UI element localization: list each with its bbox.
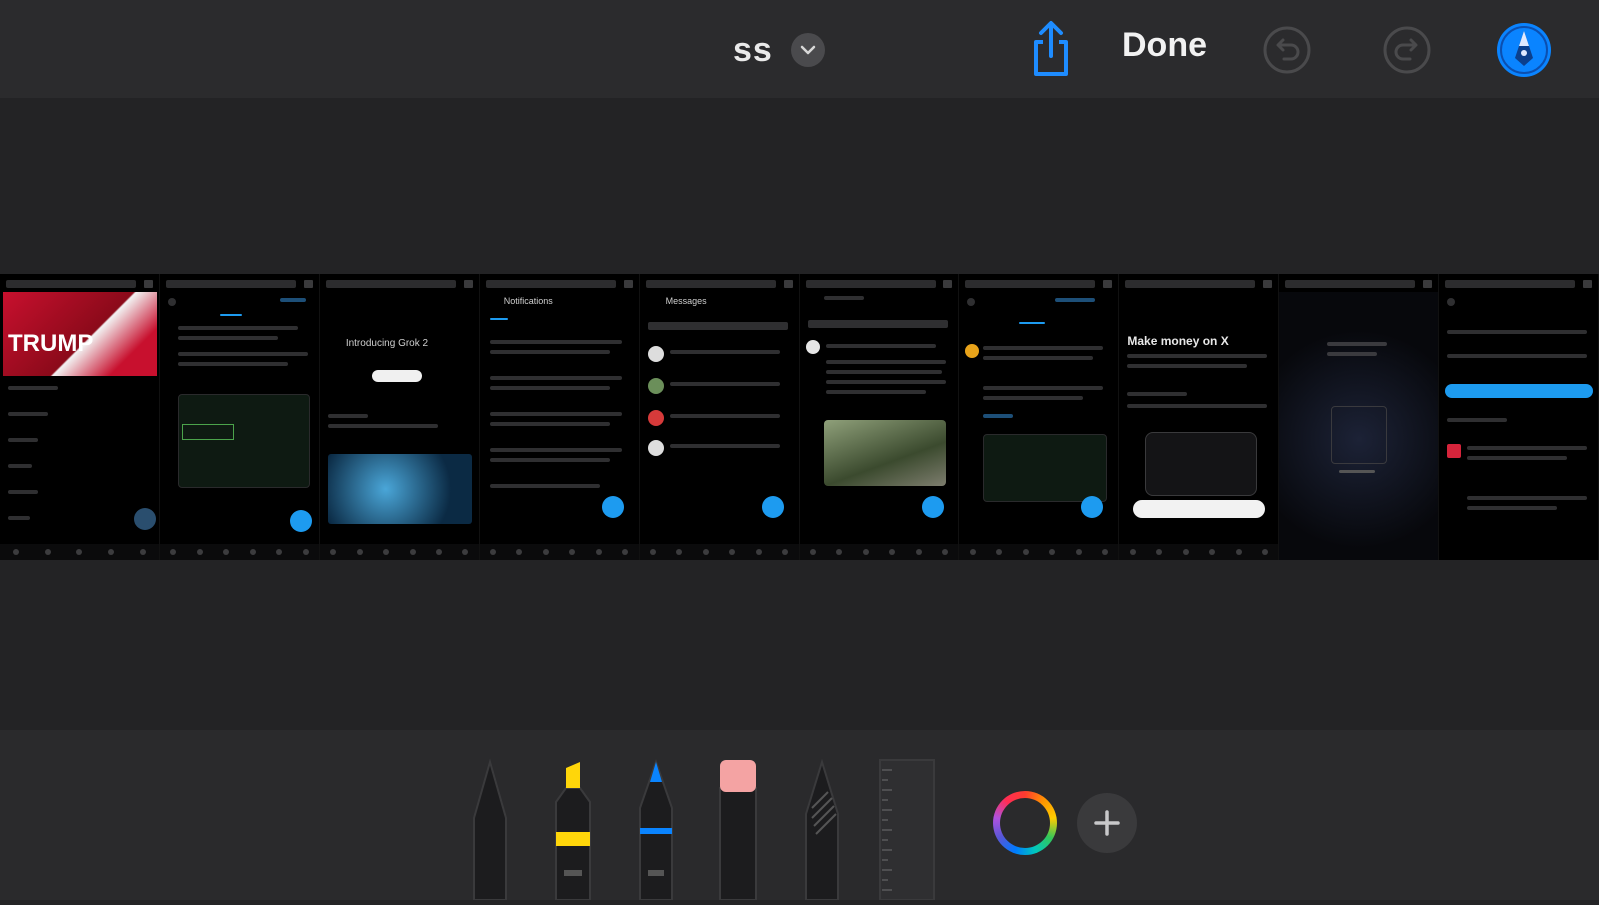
- messages-heading: Messages: [665, 296, 707, 306]
- undo-icon: [1263, 26, 1311, 74]
- screenshot-thumbnail: [1279, 274, 1440, 560]
- lasso-tool[interactable]: [800, 758, 844, 901]
- document-title: ss: [733, 30, 773, 69]
- plus-icon: [1094, 810, 1120, 836]
- add-button[interactable]: [1077, 793, 1137, 853]
- address-bar: [6, 280, 136, 288]
- marker-icon: [639, 758, 673, 901]
- compose-button: [134, 508, 156, 530]
- title-menu-button[interactable]: [790, 33, 825, 67]
- highlighter-icon: [555, 762, 591, 901]
- eraser-icon: [719, 760, 757, 901]
- chart-card: [983, 434, 1108, 502]
- pen-tool[interactable]: [470, 758, 510, 901]
- lasso-icon: [805, 758, 839, 901]
- redo-button[interactable]: [1382, 25, 1432, 75]
- screenshot-thumbnail: [799, 274, 960, 560]
- title-area[interactable]: ss: [733, 28, 825, 72]
- bottom-nav: [0, 544, 159, 560]
- highlighter-tool[interactable]: [550, 758, 596, 901]
- promo-button: [371, 370, 422, 382]
- media-image: [327, 454, 472, 524]
- primary-button: [1445, 384, 1594, 398]
- chevron-down-icon: [800, 45, 816, 55]
- screenshot-thumbnail: Introducing Grok 2: [319, 274, 480, 560]
- screenshot-thumbnail: [1439, 274, 1599, 560]
- screenshot-strip[interactable]: TRUMP Introducing Grok 2 Notifications M…: [0, 274, 1599, 560]
- share-icon: [1034, 21, 1068, 76]
- pencil-tool[interactable]: [634, 758, 678, 901]
- share-button[interactable]: [1028, 20, 1074, 78]
- screenshot-thumbnail: [959, 274, 1120, 560]
- promo-heading: Introducing Grok 2: [345, 338, 429, 349]
- post-image: [823, 420, 946, 486]
- ruler-icon: [879, 759, 935, 901]
- markup-pen-icon: [1497, 23, 1551, 77]
- chart-card: [177, 394, 310, 488]
- screenshot-thumbnail: [159, 274, 320, 560]
- ruler-tool[interactable]: [878, 758, 936, 901]
- tabs-icon: [143, 280, 153, 288]
- done-button[interactable]: Done: [1122, 26, 1207, 65]
- redo-icon: [1383, 26, 1431, 74]
- markup-button[interactable]: [1496, 22, 1552, 78]
- undo-button[interactable]: [1262, 25, 1312, 75]
- screenshot-thumbnail: Make money on X: [1119, 274, 1280, 560]
- screenshot-thumbnail: TRUMP: [0, 274, 160, 560]
- monetization-heading: Make money on X: [1127, 334, 1229, 348]
- news-headline: TRUMP: [8, 330, 94, 357]
- eraser-tool[interactable]: [716, 758, 760, 901]
- compose-button: [289, 510, 312, 532]
- color-picker-button[interactable]: [993, 791, 1057, 855]
- top-bar: ss Done: [0, 0, 1599, 98]
- subscribe-button: [1133, 500, 1266, 518]
- color-wheel-icon: [1000, 798, 1050, 848]
- notifications-heading: Notifications: [503, 296, 553, 306]
- pen-icon: [473, 758, 507, 901]
- phone-illustration: [1145, 432, 1258, 496]
- screenshot-thumbnail: Messages: [639, 274, 800, 560]
- screenshot-thumbnail: Notifications: [479, 274, 640, 560]
